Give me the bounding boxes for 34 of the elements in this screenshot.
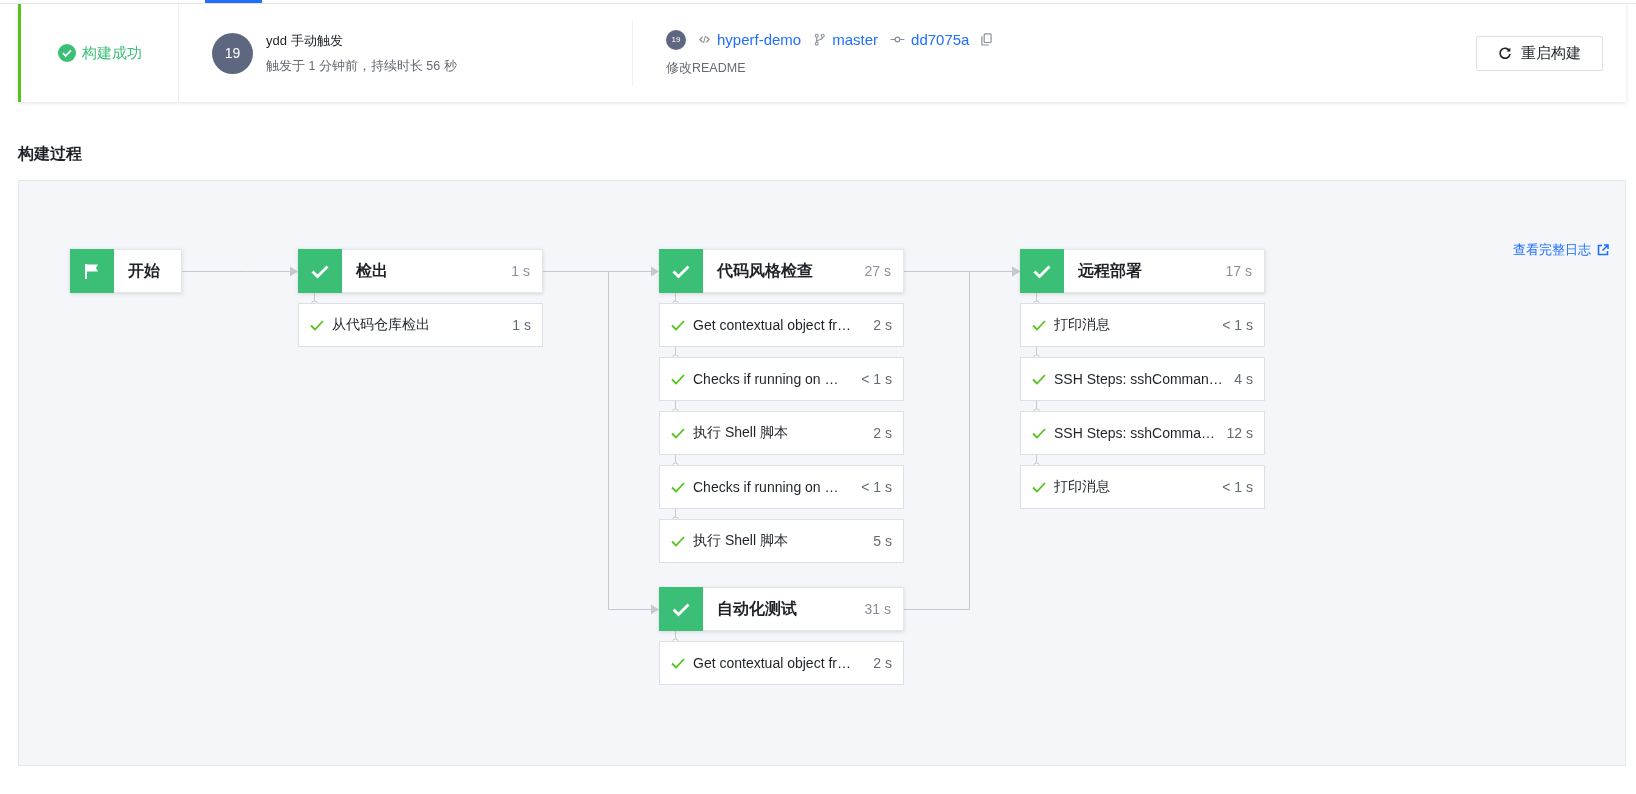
step-item[interactable]: SSH Steps: sshComma… 12 s <box>1020 411 1265 455</box>
step-item[interactable]: Get contextual object fr… 2 s <box>659 303 904 347</box>
start-node[interactable]: 开始 <box>70 249 182 293</box>
stage-node[interactable]: 代码风格检查 27 s <box>659 249 904 293</box>
step-item[interactable]: 执行 Shell 脚本 5 s <box>659 519 904 563</box>
avatar: 19 <box>666 29 686 50</box>
external-link-icon <box>1597 244 1609 256</box>
step-item[interactable]: Get contextual object fr… 2 s <box>659 641 904 685</box>
build-status: 构建成功 <box>81 43 142 63</box>
copy-icon[interactable] <box>981 33 993 46</box>
commit-hash-link[interactable]: dd7075a <box>911 31 970 48</box>
section-title: 构建过程 <box>18 144 83 164</box>
step-item[interactable]: 执行 Shell 脚本 2 s <box>659 411 904 455</box>
step-item[interactable]: 从代码仓库检出 1 s <box>298 303 543 347</box>
step-item[interactable]: 打印消息 < 1 s <box>1020 465 1265 509</box>
stage-node[interactable]: 自动化测试 31 s <box>659 587 904 631</box>
step-item[interactable]: 打印消息 < 1 s <box>1020 303 1265 347</box>
step-item[interactable]: Checks if running on … < 1 s <box>659 357 904 401</box>
code-icon <box>698 33 711 46</box>
branch-link[interactable]: master <box>832 31 879 48</box>
commit-message: 修改README <box>666 59 746 77</box>
full-log-link[interactable]: 查看完整日志 <box>1513 241 1609 259</box>
refresh-icon <box>1498 46 1512 60</box>
step-item[interactable]: Checks if running on … < 1 s <box>659 465 904 509</box>
repo-link[interactable]: hyperf-demo <box>717 31 802 48</box>
avatar: 19 <box>212 32 253 74</box>
trigger-title: ydd 手动触发 <box>266 31 344 50</box>
stage-node[interactable]: 远程部署 17 s <box>1020 249 1265 293</box>
restart-build-button[interactable]: 重启构建 <box>1476 35 1603 71</box>
branch-icon <box>813 33 827 46</box>
step-item[interactable]: SSH Steps: sshComman… 4 s <box>1020 357 1265 401</box>
flag-icon <box>83 262 101 280</box>
trigger-detail: 触发于 1 分钟前，持续时长 56 秒 <box>266 57 457 75</box>
stage-node[interactable]: 检出 1 s <box>298 249 543 293</box>
